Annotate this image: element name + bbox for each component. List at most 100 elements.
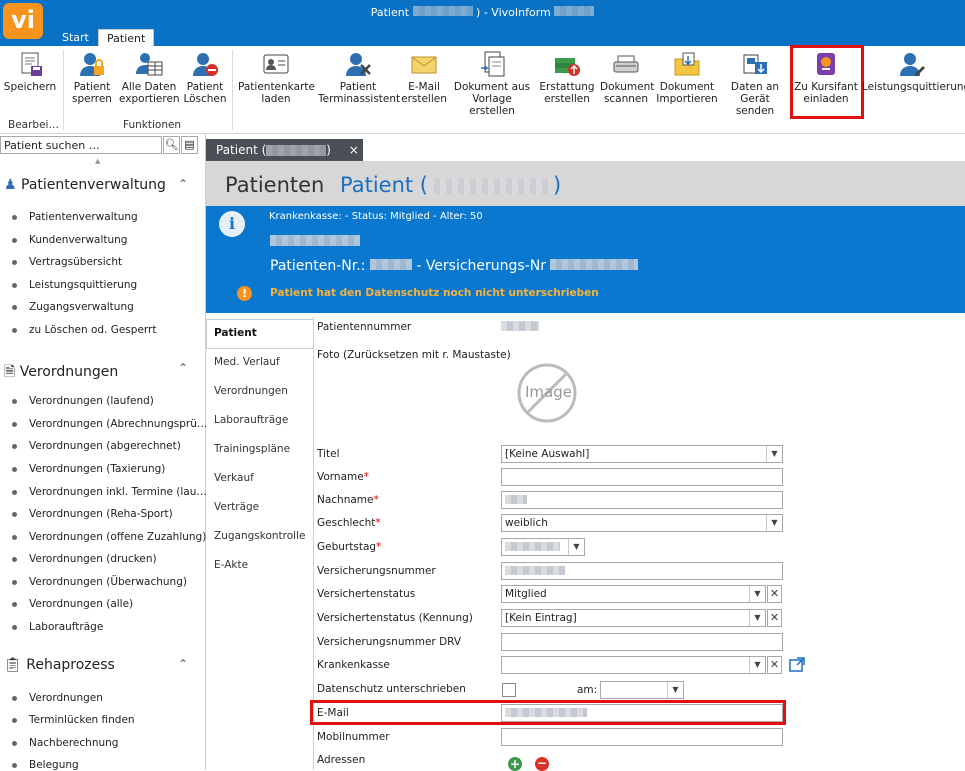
save-button[interactable]: Speichern [3,50,57,93]
geschlecht-label: Geschlecht* [317,517,381,529]
mobilnummer-label: Mobilnummer [317,731,390,743]
photo-placeholder[interactable]: Image [516,362,578,424]
tab-patient[interactable]: Patient [98,29,155,47]
create-refund-button[interactable]: Erstattung erstellen [538,50,596,105]
money-stack-icon [555,58,580,76]
appointment-assistant-button[interactable]: Patient Terminassistent [318,50,400,105]
mobilnummer-field[interactable] [501,728,783,746]
nav-item[interactable]: Zugangsverwaltung [12,301,134,313]
versicherungsnummer-drv-field[interactable] [501,633,783,651]
chevron-down-icon[interactable]: ▼ [766,515,782,531]
nav-item[interactable]: Verordnungen (offene Zuzahlung) [12,531,206,543]
nav-item[interactable]: Vertragsübersicht [12,256,122,268]
chevron-up-icon[interactable]: ⌃ [178,361,188,375]
clear-icon[interactable]: ✕ [767,609,782,627]
nav-item[interactable]: Verordnungen (Überwachung) [12,576,187,588]
id-card-search-icon[interactable]: ▤ [181,136,198,154]
subtab-med-verlauf[interactable]: Med. Verlauf [214,356,280,368]
nav-item[interactable]: Kundenverwaltung [12,234,127,246]
versicherungsnummer-field[interactable] [501,562,783,580]
subtab-zugangskontrolle[interactable]: Zugangskontrolle [214,530,305,542]
datenschutz-checkbox[interactable] [502,683,516,697]
bullet-icon [12,579,17,585]
subtab-patient[interactable]: Patient [214,327,257,339]
nav-item[interactable]: Verordnungen (drucken) [12,553,157,565]
chevron-up-icon[interactable]: ⌃ [178,657,188,671]
nav-item[interactable]: Verordnungen (laufend) [12,395,154,407]
app-logo[interactable]: vi [3,3,43,39]
page-subtitle-text: Patient ( [340,173,428,197]
nav-item-label: Verordnungen (Taxierung) [29,463,166,475]
nav-section-rehaprozess[interactable]: 📋︎ Rehaprozess ⌃ [4,657,200,673]
geschlecht-select[interactable]: weiblich ▼ [501,514,783,532]
document-tab-patient[interactable]: Patient () × [206,139,363,161]
document-from-template-button[interactable]: Dokument aus Vorlage erstellen [452,50,532,117]
nav-item[interactable]: Verordnungen (Abrechnungsprü… [12,418,207,430]
nav-item[interactable]: Belegung [12,759,79,771]
clear-icon[interactable]: ✕ [767,656,782,674]
chevron-down-icon[interactable]: ▼ [568,539,584,555]
scan-document-button[interactable]: Dokument scannen [600,50,654,105]
nav-item[interactable]: Verordnungen (alle) [12,598,133,610]
nachname-field[interactable] [501,491,783,509]
lock-patient-button[interactable]: Patient sperren [68,50,116,105]
nav-section-verordnungen[interactable]: 🗎︎ Verordnungen ⌃ [4,361,200,385]
ribbon-separator [232,50,233,130]
titel-select[interactable]: [Keine Auswahl] ▼ [501,445,783,463]
vorname-label-text: Vorname [317,471,364,483]
nav-item[interactable]: Leistungsquittierung [12,279,137,291]
nav-item[interactable]: Laboraufträge [12,621,103,633]
nav-item[interactable]: Verordnungen (Taxierung) [12,463,165,475]
send-to-device-button[interactable]: Daten an Gerät senden [722,50,788,117]
versichertenstatus-kennung-select[interactable]: [Kein Eintrag] ▼ [501,609,766,627]
patientennummer-label: Patientennummer [317,321,412,333]
tab-start[interactable]: Start [54,29,97,46]
nav-item[interactable]: Terminlücken finden [12,714,135,726]
vorname-field[interactable] [501,468,783,486]
redacted-name [270,235,360,246]
nav-item[interactable]: zu Löschen od. Gesperrt [12,324,156,336]
nav-item[interactable]: Patientenverwaltung [12,211,138,223]
open-external-icon[interactable] [789,657,805,673]
nav-item[interactable]: Verordnungen [12,692,103,704]
chevron-up-icon[interactable]: ⌃ [178,177,188,191]
datenschutz-date-field[interactable]: ▼ [600,681,684,699]
nav-section-patientenverwaltung[interactable]: ♟ Patientenverwaltung ⌃ [4,177,200,193]
subtab-laborauftraege[interactable]: Laboraufträge [214,414,288,426]
collapse-up-icon[interactable]: ▲ [95,157,100,165]
add-address-icon[interactable]: + [508,757,522,771]
load-patient-card-label: Patientenkarte laden [238,81,315,105]
nav-item[interactable]: Verordnungen inkl. Termine (lau… [12,486,207,498]
send-to-device-label: Daten an Gerät senden [730,81,780,117]
redacted-user [554,6,595,16]
chevron-down-icon[interactable]: ▼ [749,657,765,673]
versichertenstatus-select[interactable]: Mitglied ▼ [501,585,766,603]
subtab-e-akte[interactable]: E-Akte [214,559,248,571]
search-icon[interactable]: 🔍︎ [163,136,180,154]
clear-icon[interactable]: ✕ [767,585,782,603]
subtab-trainingsplaene[interactable]: Trainingspläne [214,443,290,455]
geburtstag-field[interactable]: ▼ [501,538,585,556]
subtab-verordnungen[interactable]: Verordnungen [214,385,288,397]
nav-item[interactable]: Nachberechnung [12,737,118,749]
load-patient-card-button[interactable]: Patientenkarte laden [238,50,315,105]
delete-patient-button[interactable]: Patient Löschen [182,50,228,105]
krankenkasse-select[interactable]: ▼ [501,656,766,674]
import-document-button[interactable]: Dokument Importieren [656,50,718,105]
chevron-down-icon[interactable]: ▼ [749,610,765,626]
create-refund-label: Erstattung erstellen [539,81,595,105]
remove-address-icon[interactable]: − [535,757,549,771]
patient-search-input[interactable]: Patient suchen … [0,136,162,154]
subtab-vertraege[interactable]: Verträge [214,501,259,513]
export-all-button[interactable]: Alle Daten exportieren [119,50,180,105]
create-email-button[interactable]: E-Mail erstellen [401,50,447,105]
service-acknowledgement-button[interactable]: Leistungsquittierung [862,50,965,93]
subtab-verkauf[interactable]: Verkauf [214,472,254,484]
chevron-down-icon[interactable]: ▼ [749,586,765,602]
nav-item[interactable]: Verordnungen (abgerechnet) [12,440,181,452]
device-send-icon [743,54,767,74]
chevron-down-icon[interactable]: ▼ [766,446,782,462]
close-icon[interactable]: × [349,143,359,157]
chevron-down-icon[interactable]: ▼ [667,682,683,698]
nav-item[interactable]: Verordnungen (Reha-Sport) [12,508,173,520]
